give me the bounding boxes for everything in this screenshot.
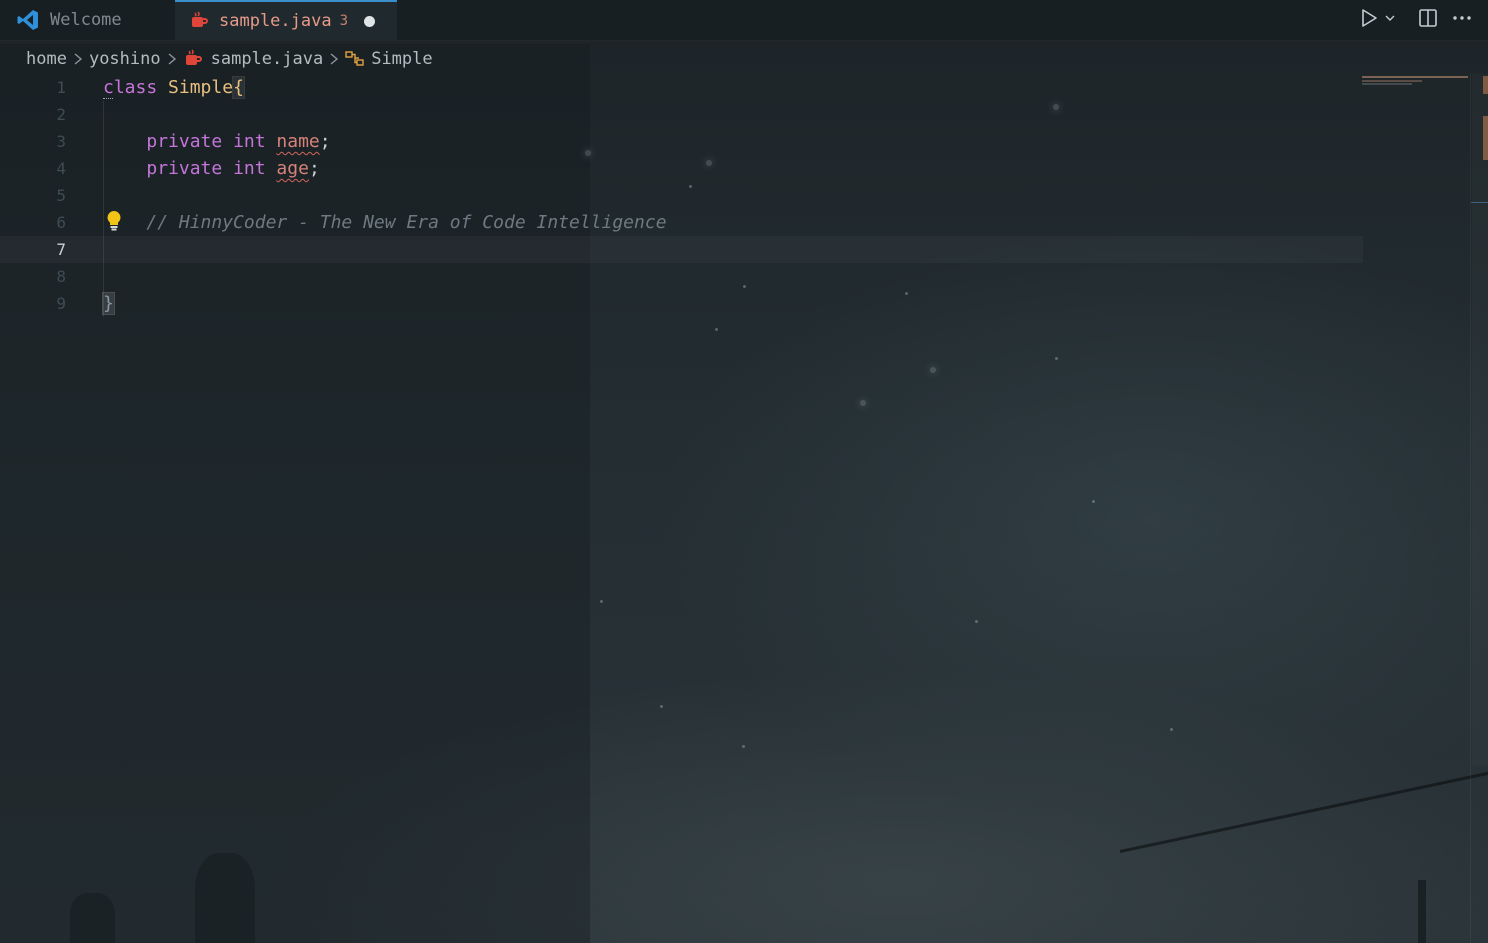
tab-welcome[interactable]: Welcome	[12, 0, 172, 40]
editor-actions	[1360, 0, 1472, 36]
vscode-icon	[16, 8, 40, 32]
chevron-right-icon	[73, 52, 83, 66]
code-line-8[interactable]	[103, 263, 1363, 290]
code-line-7-current[interactable]	[0, 236, 1363, 263]
tab-sample-java[interactable]: sample.java 3	[175, 0, 397, 40]
line-number: 9	[56, 294, 66, 313]
run-icon[interactable]	[1360, 8, 1378, 28]
token-field-error[interactable]: age	[276, 158, 309, 179]
token-keyword: class	[103, 77, 158, 98]
minimap-line	[1362, 83, 1412, 85]
line-number-gutter: 1 2 3 4 5 6 7 8 9	[0, 74, 80, 317]
code-line-3[interactable]: private int name;	[103, 128, 1363, 155]
split-editor-icon[interactable]	[1418, 8, 1438, 28]
tab-bar: Welcome sample.java 3	[0, 0, 1488, 41]
minimap[interactable]	[1360, 74, 1470, 94]
vertical-scrollbar[interactable]	[1470, 74, 1488, 943]
vscode-window: Welcome sample.java 3 home yoshino sampl…	[0, 0, 1488, 943]
java-icon	[183, 49, 203, 69]
line-number: 6	[56, 213, 66, 232]
line-number: 3	[56, 132, 66, 151]
line-number: 1	[56, 78, 66, 97]
breadcrumb-yoshino[interactable]: yoshino	[89, 49, 161, 69]
code-line-1[interactable]: class Simple{	[103, 74, 1363, 101]
chevron-right-icon	[167, 52, 177, 66]
token-semicolon: ;	[319, 131, 331, 152]
class-symbol-icon	[345, 50, 365, 68]
scrollbar-marker	[1483, 116, 1488, 160]
scrollbar-marker	[1483, 76, 1488, 94]
more-icon[interactable]	[1452, 15, 1472, 21]
breadcrumb-file[interactable]: sample.java	[211, 49, 324, 69]
code-line-2[interactable]	[103, 101, 1363, 128]
code-line-5[interactable]	[103, 182, 1363, 209]
token-field-error[interactable]: name	[276, 131, 319, 152]
modified-dot-icon[interactable]	[364, 15, 376, 27]
line-number: 5	[56, 186, 66, 205]
token-keyword: int	[233, 131, 266, 152]
code-line-9[interactable]: }	[102, 290, 1363, 317]
token-close-brace: }	[102, 292, 115, 315]
token-semicolon: ;	[308, 158, 320, 179]
breadcrumb-symbol[interactable]: Simple	[371, 49, 432, 69]
lightbulb-icon[interactable]	[106, 210, 122, 232]
token-keyword: int	[233, 158, 266, 179]
scrollbar-cursor-marker	[1471, 202, 1488, 203]
breadcrumb-home[interactable]: home	[26, 49, 67, 69]
code-line-4[interactable]: private int age;	[103, 155, 1363, 182]
breadcrumb: home yoshino sample.java Simple	[26, 46, 433, 72]
java-icon	[189, 11, 209, 31]
code-line-6[interactable]: // HinnyCoder - The New Era of Code Inte…	[103, 209, 1363, 236]
token-keyword: private	[146, 158, 223, 179]
chevron-down-icon[interactable]	[1384, 12, 1396, 24]
token-keyword: private	[146, 131, 223, 152]
token-open-brace: {	[232, 76, 245, 99]
token-class-name: Simple	[168, 77, 234, 98]
line-number: 2	[56, 105, 66, 124]
problem-count-badge: 3	[339, 13, 349, 29]
code-editor[interactable]: 1 2 3 4 5 6 7 8 9 class Simple{ private …	[0, 74, 1470, 943]
line-number: 4	[56, 159, 66, 178]
minimap-line	[1362, 80, 1422, 82]
chevron-right-icon	[329, 52, 339, 66]
token-comment: // HinnyCoder - The New Era of Code Inte…	[146, 212, 667, 233]
scrollbar-thumb[interactable]	[1472, 74, 1488, 766]
minimap-line	[1362, 76, 1468, 78]
tab-label: Welcome	[50, 10, 122, 30]
line-number: 8	[56, 267, 66, 286]
tab-label: sample.java	[219, 11, 332, 31]
code-lines[interactable]: class Simple{ private int name; private …	[102, 74, 1363, 317]
